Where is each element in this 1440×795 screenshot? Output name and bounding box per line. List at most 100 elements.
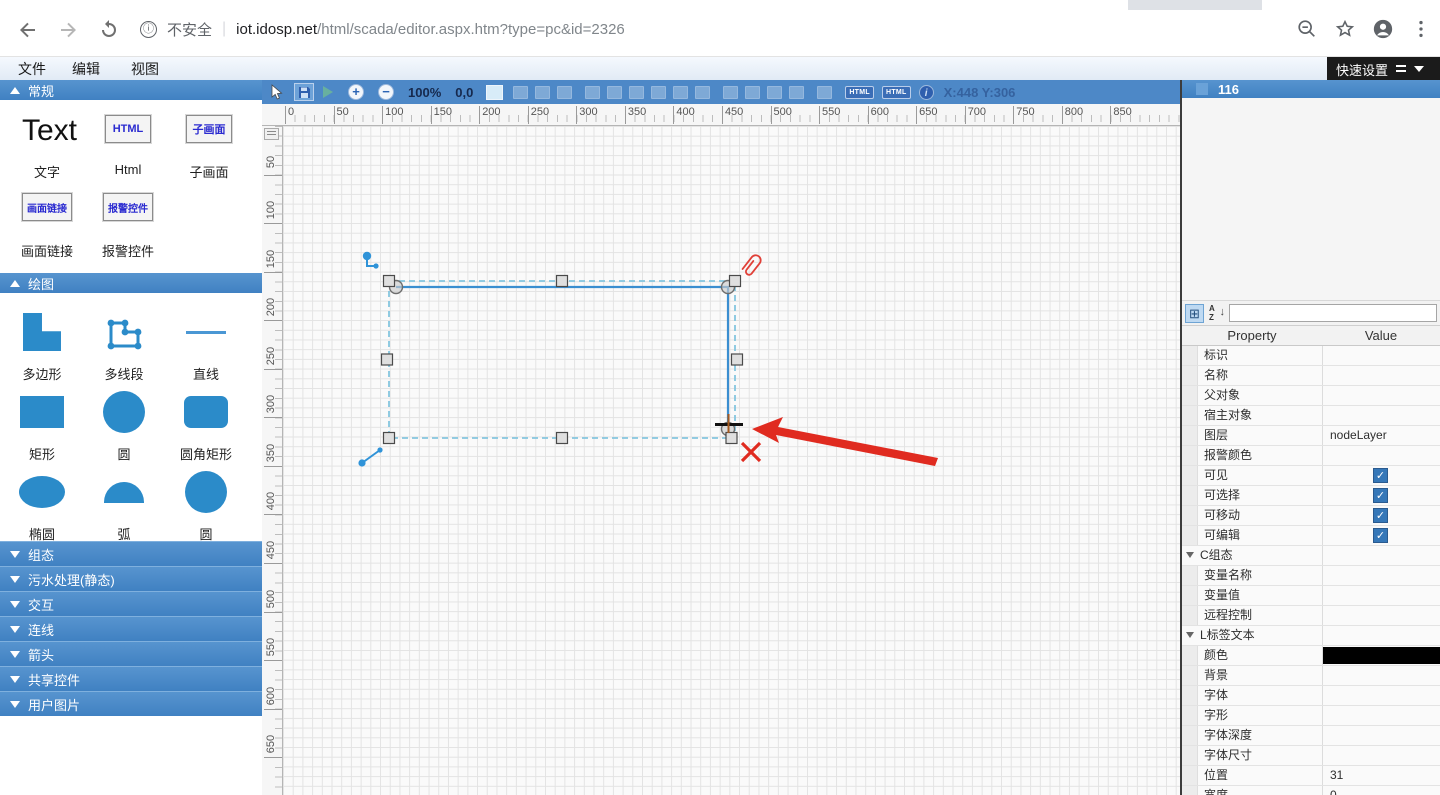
quick-settings[interactable]: 快速设置	[1327, 57, 1440, 81]
row-gutter	[1182, 366, 1198, 385]
ruler-corner-handle[interactable]	[264, 128, 279, 140]
url-bar[interactable]: ⓘ 不安全 | iot.idosp.net/html/scada/editor.…	[140, 14, 1260, 44]
profile-avatar-icon[interactable]	[1372, 18, 1394, 40]
palette-item-arc[interactable]: 弧	[104, 469, 144, 549]
property-row[interactable]: 位置 31	[1182, 766, 1440, 786]
sidebar-section-collapsed-2[interactable]: 交互	[0, 591, 262, 616]
property-row[interactable]: 变量值	[1182, 586, 1440, 606]
sidebar-section-general[interactable]: 常规	[0, 80, 262, 100]
page-info-icon[interactable]: ⓘ	[140, 20, 157, 38]
forward-icon[interactable]	[56, 18, 80, 42]
select-cursor-icon[interactable]	[270, 84, 284, 100]
palette-item-circle-2[interactable]: 圆	[185, 469, 227, 549]
property-row[interactable]: 可见 ✓	[1182, 466, 1440, 486]
zoom-out-page-icon[interactable]	[1296, 18, 1318, 40]
palette-item-circle[interactable]: 圆	[103, 389, 145, 469]
menu-file[interactable]: 文件	[12, 57, 52, 81]
property-row[interactable]: 可移动 ✓	[1182, 506, 1440, 526]
property-row[interactable]: 宽度 0	[1182, 786, 1440, 795]
row-gutter	[1182, 666, 1198, 685]
property-row[interactable]: 变量名称	[1182, 566, 1440, 586]
property-row[interactable]: 报警颜色	[1182, 446, 1440, 466]
property-section-row[interactable]: L标签文本	[1182, 626, 1440, 646]
property-row[interactable]: 标识	[1182, 346, 1440, 366]
palette-item-line[interactable]: 直线	[186, 309, 226, 389]
property-checkbox[interactable]: ✓	[1373, 508, 1388, 523]
property-row[interactable]: 可编辑 ✓	[1182, 526, 1440, 546]
property-row[interactable]: 宿主对象	[1182, 406, 1440, 426]
property-row[interactable]: 背景	[1182, 666, 1440, 686]
palette-item-screen-link[interactable]: 画面链接	[22, 193, 72, 221]
palette-item-ellipse[interactable]: 椭圆	[19, 469, 65, 549]
design-canvas[interactable]	[283, 126, 1180, 795]
zoom-out-icon[interactable]: −	[378, 84, 394, 100]
categorized-view-icon[interactable]: ⊞	[1185, 303, 1204, 323]
bookmark-star-icon[interactable]	[1334, 18, 1356, 40]
polyline-shape[interactable]	[396, 285, 730, 424]
palette-item-rounded-rectangle[interactable]: 圆角矩形	[180, 389, 232, 469]
sidebar-section-drawing[interactable]: 绘图	[0, 273, 262, 293]
property-filter-input[interactable]	[1229, 304, 1437, 322]
palette-item-text[interactable]: Text	[22, 114, 77, 148]
browser-menu-icon[interactable]	[1410, 18, 1432, 40]
property-row[interactable]: 字体深度	[1182, 726, 1440, 746]
property-row[interactable]: 名称	[1182, 366, 1440, 386]
property-row[interactable]: 可选择 ✓	[1182, 486, 1440, 506]
sidebar-section-collapsed-1[interactable]: 污水处理(静态)	[0, 566, 262, 591]
property-value[interactable]: 0	[1330, 786, 1337, 795]
dropdown-caret-icon[interactable]	[1414, 66, 1425, 72]
property-checkbox[interactable]: ✓	[1373, 528, 1388, 543]
property-row[interactable]: 父对象	[1182, 386, 1440, 406]
collapse-panels-icon[interactable]	[1395, 63, 1407, 75]
property-label: 可编辑	[1204, 528, 1241, 542]
quick-settings-label: 快速设置	[1336, 62, 1389, 78]
html-export-icon-2[interactable]: HTML	[881, 85, 911, 99]
ruler-label: 550	[822, 106, 841, 118]
property-row[interactable]: 字体	[1182, 686, 1440, 706]
save-icon[interactable]	[294, 83, 314, 101]
sidebar-section-collapsed-3[interactable]: 连线	[0, 616, 262, 641]
property-value[interactable]: nodeLayer	[1330, 426, 1387, 445]
property-value[interactable]: 31	[1330, 766, 1343, 785]
property-row[interactable]: 字形	[1182, 706, 1440, 726]
property-row[interactable]: 远程控制	[1182, 606, 1440, 626]
property-row[interactable]: 颜色	[1182, 646, 1440, 666]
not-secure-label[interactable]: 不安全	[167, 19, 212, 40]
palette-item-rectangle[interactable]: 矩形	[20, 389, 64, 469]
property-label: 可见	[1204, 468, 1229, 482]
palette-label: 多线段	[104, 367, 144, 382]
html-export-icon[interactable]: HTML	[845, 85, 874, 99]
sidebar-section-collapsed-5[interactable]: 共享控件	[0, 666, 262, 691]
menu-edit[interactable]: 编辑	[66, 57, 106, 81]
ruler-tick	[264, 562, 282, 564]
palette-item-polygon[interactable]: 多边形	[22, 309, 62, 389]
palette-item-polyline[interactable]: 多线段	[103, 309, 145, 389]
zoom-in-icon[interactable]: +	[348, 84, 364, 100]
palette-label-subscreen: 子画面	[189, 165, 229, 180]
sidebar-section-collapsed-4[interactable]: 箭头	[0, 641, 262, 666]
property-checkbox[interactable]: ✓	[1373, 468, 1388, 483]
palette-label-text: 文字	[33, 165, 60, 180]
property-row[interactable]: 字体尺寸	[1182, 746, 1440, 766]
page-settings-icon[interactable]	[486, 84, 504, 100]
polyline-vertex-handles[interactable]	[388, 279, 736, 437]
property-checkbox[interactable]: ✓	[1373, 488, 1388, 503]
sidebar-section-collapsed-6[interactable]: 用户图片	[0, 691, 262, 716]
palette-item-subscreen[interactable]: 子画面	[186, 115, 232, 143]
palette-item-html[interactable]: HTML	[105, 115, 151, 143]
color-swatch[interactable]	[1323, 647, 1440, 664]
back-icon[interactable]	[16, 18, 40, 42]
info-icon[interactable]: i	[918, 84, 934, 100]
row-gutter	[1182, 346, 1198, 365]
sort-az-icon[interactable]: A Z ↓	[1207, 304, 1226, 323]
property-label: 位置	[1204, 768, 1229, 782]
canvas-toolbar: + − 100% 0,0 HTML HTML i X:448 Y:306	[262, 80, 1180, 104]
resize-handles[interactable]	[380, 274, 744, 445]
reload-icon[interactable]	[97, 18, 121, 42]
property-row[interactable]: 图层 nodeLayer	[1182, 426, 1440, 446]
palette-item-alarm-control[interactable]: 报警控件	[103, 193, 153, 221]
canvas-overlay	[358, 251, 938, 467]
menu-view[interactable]: 视图	[125, 57, 165, 81]
run-preview-icon[interactable]	[322, 86, 333, 98]
property-section-row[interactable]: C组态	[1182, 546, 1440, 566]
